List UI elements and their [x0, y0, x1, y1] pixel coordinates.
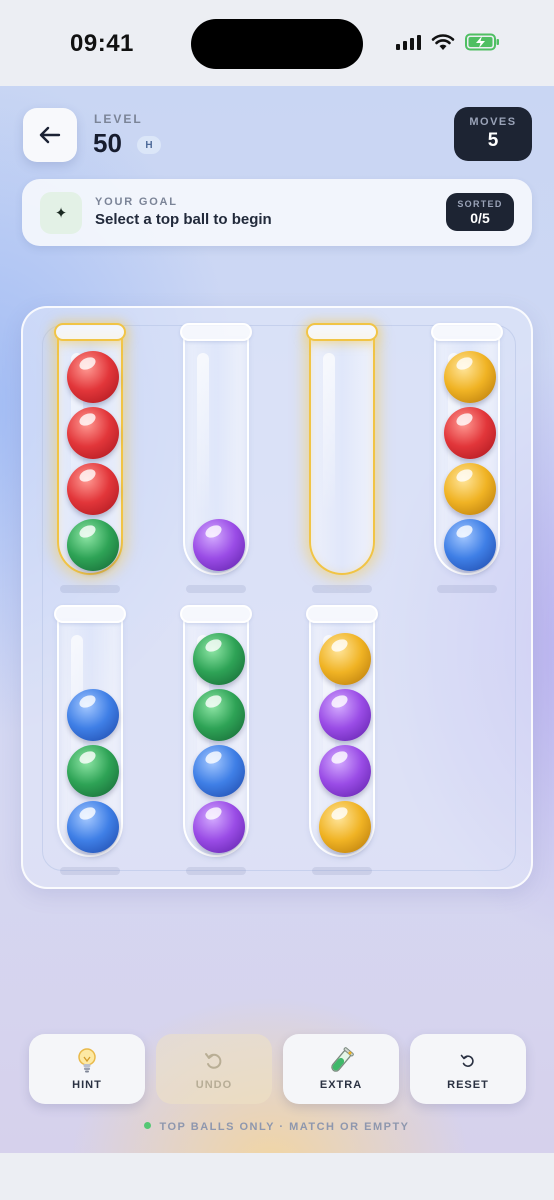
tube-3[interactable] — [306, 323, 378, 593]
hint-label: HINT — [72, 1078, 102, 1091]
tube-shadow — [437, 585, 497, 593]
goal-label: YOUR GOAL — [95, 196, 178, 208]
tube-1[interactable] — [54, 323, 126, 593]
red-ball — [67, 407, 119, 459]
sorted-value: 0/5 — [470, 209, 490, 226]
battery-charging-icon — [465, 33, 499, 51]
green-ball[interactable] — [193, 633, 245, 685]
tube-shadow — [60, 585, 120, 593]
green-ball — [67, 745, 119, 797]
lightbulb-icon — [77, 1047, 97, 1074]
red-ball — [444, 407, 496, 459]
blue-ball — [193, 745, 245, 797]
tube-glass — [434, 339, 500, 575]
tube-rim — [54, 323, 126, 341]
tube-6[interactable] — [180, 605, 252, 875]
tube-rim — [431, 323, 503, 341]
tube-5[interactable] — [54, 605, 126, 875]
blue-ball[interactable] — [67, 689, 119, 741]
tube-rim — [306, 323, 378, 341]
goal-text: Select a top ball to begin — [95, 211, 272, 228]
tube-glass — [183, 621, 249, 857]
test-tube-icon — [327, 1046, 355, 1074]
back-button[interactable] — [23, 108, 77, 162]
green-ball — [67, 519, 119, 571]
moves-value: 5 — [487, 130, 499, 151]
hint-button[interactable]: HINT — [29, 1034, 145, 1104]
extra-tube-button[interactable]: EXTRA — [283, 1034, 399, 1104]
tube-7[interactable] — [306, 605, 378, 875]
yellow-ball — [319, 801, 371, 853]
cellular-signal-icon — [396, 34, 421, 50]
level-number: 50 — [93, 128, 122, 158]
purple-ball[interactable] — [193, 519, 245, 571]
goal-card: ✦ YOUR GOAL Select a top ball to begin S… — [22, 179, 532, 246]
yellow-ball[interactable] — [319, 633, 371, 685]
tube-glass — [57, 339, 123, 575]
tube-glass — [309, 339, 375, 575]
purple-ball — [319, 689, 371, 741]
tube-rim — [180, 323, 252, 341]
sparkle-icon: ✦ — [40, 192, 82, 234]
arrow-left-icon — [39, 126, 61, 144]
home-indicator-area — [0, 1153, 554, 1200]
system-icons — [396, 33, 501, 51]
red-ball — [67, 463, 119, 515]
moves-counter: MOVES 5 — [454, 107, 532, 161]
tube-shadow — [312, 867, 372, 875]
tube-rim — [306, 605, 378, 623]
tube-rim — [180, 605, 252, 623]
blue-ball — [444, 519, 496, 571]
extra-label: EXTRA — [319, 1078, 363, 1091]
tube-2[interactable] — [180, 323, 252, 593]
green-ball — [193, 689, 245, 741]
undo-icon — [204, 1048, 224, 1074]
blue-ball — [67, 801, 119, 853]
sorted-counter: SORTED 0/5 — [446, 193, 514, 231]
tube-glass — [183, 339, 249, 575]
reset-button[interactable]: RESET — [410, 1034, 526, 1104]
rule-hint: TOP BALLS ONLY · MATCH OR EMPTY — [0, 1121, 554, 1133]
tube-rim — [54, 605, 126, 623]
tube-shadow — [312, 585, 372, 593]
level-label: LEVEL — [94, 112, 143, 126]
purple-ball — [193, 801, 245, 853]
difficulty-badge: H — [137, 136, 161, 154]
undo-label: UNDO — [195, 1078, 233, 1091]
status-bar: 09:41 — [0, 0, 554, 86]
undo-button[interactable]: UNDO — [156, 1034, 272, 1104]
reset-label: RESET — [447, 1078, 489, 1091]
status-dot — [144, 1122, 152, 1129]
wifi-icon — [431, 34, 455, 50]
status-time: 09:41 — [70, 30, 134, 57]
tube-shadow — [186, 585, 246, 593]
tube-glass — [309, 621, 375, 857]
purple-ball — [319, 745, 371, 797]
tube-shadow — [60, 867, 120, 875]
moves-label: MOVES — [469, 116, 517, 128]
reset-icon — [460, 1048, 476, 1074]
control-bar: HINT UNDO EXTRA RESET — [29, 1034, 526, 1104]
sorted-label: SORTED — [457, 198, 503, 209]
tube-4[interactable] — [431, 323, 503, 593]
red-ball[interactable] — [67, 351, 119, 403]
yellow-ball[interactable] — [444, 351, 496, 403]
tube-glass — [57, 621, 123, 857]
yellow-ball — [444, 463, 496, 515]
rule-hint-text: TOP BALLS ONLY · MATCH OR EMPTY — [159, 1121, 410, 1133]
tube-shadow — [186, 867, 246, 875]
dynamic-island — [191, 19, 363, 69]
